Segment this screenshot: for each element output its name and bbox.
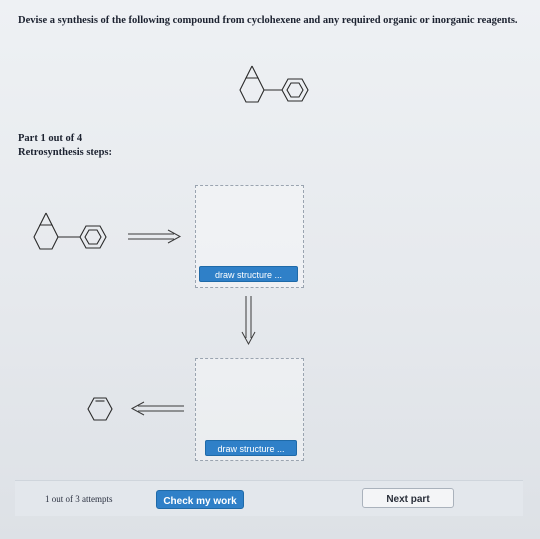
retrosynthesis-arrow-right: [128, 229, 184, 245]
retro-target-molecule: [26, 205, 126, 269]
retrosynthesis-arrow-down: [241, 296, 257, 348]
part-progress-label: Part 1 out of 4: [18, 133, 83, 144]
draw-structure-button-2[interactable]: draw structure ...: [205, 440, 297, 456]
draw-structure-button-1[interactable]: draw structure ...: [199, 266, 298, 282]
question-prompt: Devise a synthesis of the following comp…: [18, 15, 518, 26]
cyclohexene-molecule: [80, 391, 120, 427]
question-page: Devise a synthesis of the following comp…: [0, 0, 540, 539]
target-molecule-structure: [228, 58, 328, 122]
attempts-counter: 1 out of 3 attempts: [45, 494, 113, 504]
check-my-work-button[interactable]: Check my work: [156, 490, 244, 509]
retrosynthesis-steps-label: Retrosynthesis steps:: [18, 147, 113, 158]
retrosynthesis-arrow-left: [128, 401, 184, 417]
next-part-button[interactable]: Next part: [362, 488, 454, 508]
